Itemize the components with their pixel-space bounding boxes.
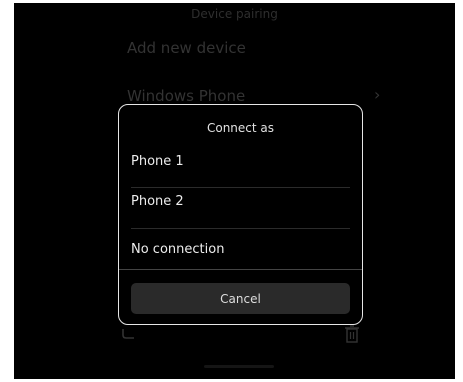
divider xyxy=(131,187,350,188)
trash-icon[interactable] xyxy=(344,325,360,343)
option-no-connection[interactable]: No connection xyxy=(131,242,224,257)
divider xyxy=(119,269,362,270)
windows-phone-item[interactable]: Windows Phone xyxy=(127,87,245,105)
divider xyxy=(131,228,350,229)
screen: Device pairing Add new device Windows Ph… xyxy=(14,3,455,379)
option-phone-2[interactable]: Phone 2 xyxy=(131,194,184,209)
home-indicator xyxy=(204,365,274,368)
back-arrow-icon[interactable] xyxy=(120,326,136,342)
cancel-button[interactable]: Cancel xyxy=(131,283,350,314)
option-phone-1[interactable]: Phone 1 xyxy=(131,154,184,169)
add-new-device-item[interactable]: Add new device xyxy=(127,39,246,57)
page-title: Device pairing xyxy=(191,7,278,21)
dialog-title: Connect as xyxy=(206,121,275,135)
connect-as-dialog: Connect as Phone 1 Phone 2 No connection… xyxy=(118,104,363,325)
chevron-right-icon: › xyxy=(374,85,381,104)
